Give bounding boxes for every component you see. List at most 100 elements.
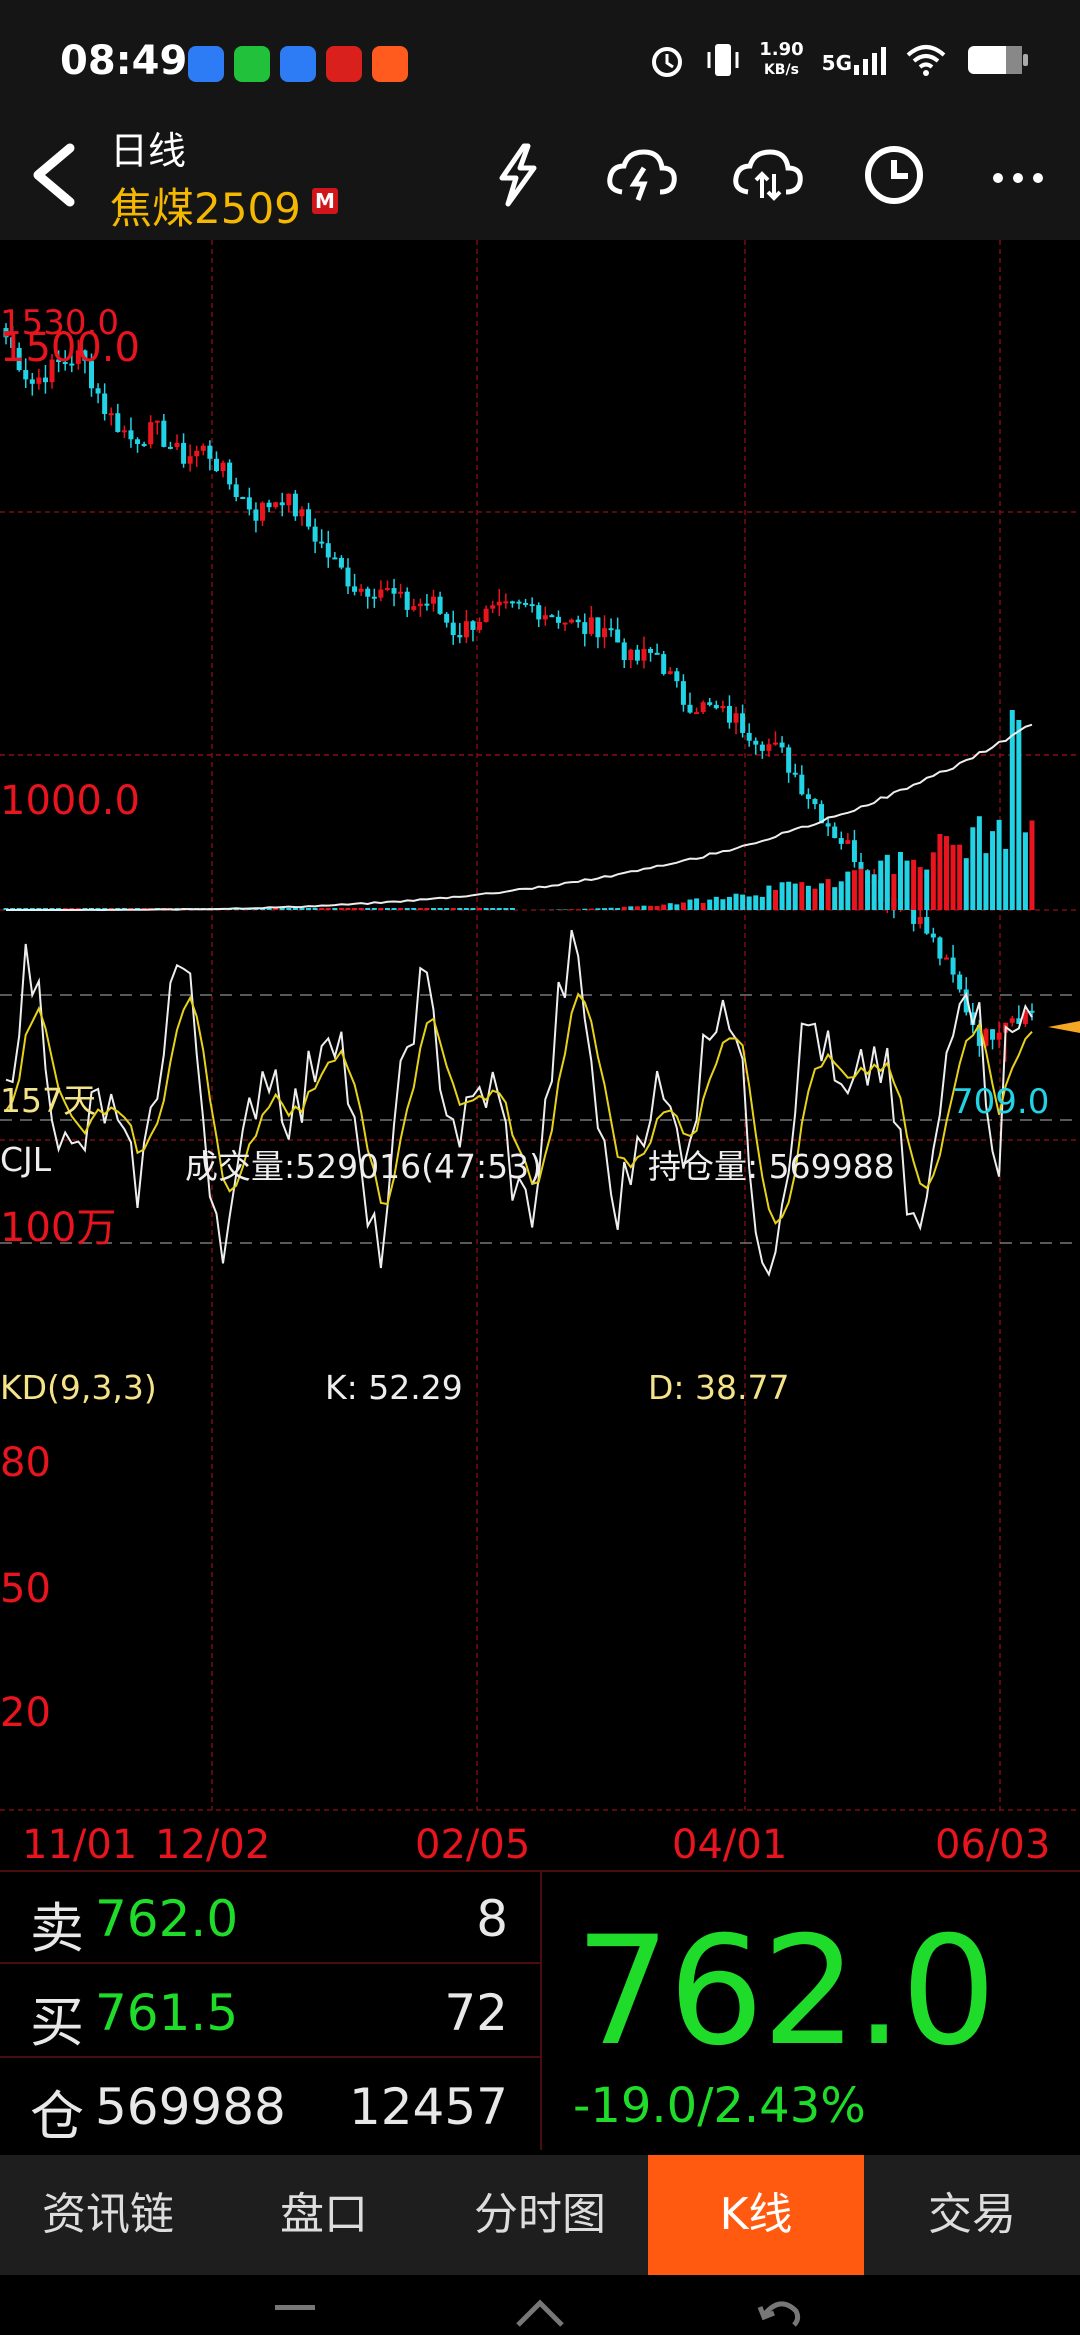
candle-body (36, 377, 42, 384)
sell-row[interactable]: 卖 762.0 8 (0, 1870, 540, 1964)
cloud-sync-icon[interactable] (728, 140, 808, 210)
low-price-label: 709.0 (952, 1082, 1050, 1122)
volume-bar (654, 906, 660, 910)
menu-nav-icon[interactable] (270, 2295, 320, 2325)
candle-body (851, 840, 857, 863)
home-nav-icon[interactable] (510, 2285, 570, 2335)
candle-body (233, 484, 239, 498)
candle-body (220, 462, 226, 471)
candle-body (562, 622, 568, 625)
candle-body (792, 772, 798, 775)
candle-body (608, 628, 614, 631)
volume-bar (759, 896, 765, 910)
candle-body (838, 838, 844, 844)
volume-bar (680, 902, 686, 910)
candle-body (753, 740, 759, 745)
volume-indicator-name[interactable]: CJL (0, 1140, 51, 1179)
candle-body (135, 439, 141, 444)
volume-bar (279, 908, 285, 910)
candle-body (680, 681, 686, 705)
volume-bar (924, 869, 930, 910)
contract-name[interactable]: 焦煤2509 (110, 175, 301, 236)
volume-bar (615, 908, 621, 910)
candle-body (687, 704, 693, 713)
candle-body (227, 462, 233, 485)
back-nav-icon[interactable] (750, 2285, 810, 2335)
volume-bar (911, 859, 917, 910)
chart-grid (0, 240, 1080, 1811)
buy-row[interactable]: 买 761.5 72 (0, 1964, 540, 2058)
price-pointer-icon (1048, 1021, 1080, 1033)
volume-bar (286, 908, 292, 910)
candle-body (845, 840, 851, 844)
volume-bar (963, 858, 969, 910)
back-arrow-icon[interactable] (28, 140, 78, 210)
app-notification-icon (280, 46, 316, 82)
candle-body (496, 601, 502, 606)
battery-icon (968, 46, 1028, 74)
volume-bar (378, 908, 384, 910)
candle-body (154, 420, 160, 423)
volume-bar (884, 854, 890, 910)
candle-body (404, 591, 410, 610)
candle-body (483, 608, 489, 622)
tab-kline[interactable]: K线 (648, 2155, 864, 2275)
volume-bar (490, 908, 496, 910)
volume-bar (470, 908, 476, 910)
tab-order-book[interactable]: 盘口 (216, 2155, 432, 2275)
volume-bar (720, 899, 726, 910)
sell-qty: 8 (476, 1890, 508, 1948)
volume-bar (970, 827, 976, 910)
volume-scale-label: 100万 (0, 1205, 117, 1251)
candle-body (536, 605, 542, 620)
candle-body (358, 588, 364, 592)
lightning-icon[interactable] (478, 140, 558, 210)
volume-bar (713, 896, 719, 910)
tab-news-chain[interactable]: 资讯链 (0, 2155, 216, 2275)
volume-bar (325, 908, 331, 910)
volume-bar (503, 908, 509, 910)
candle-body (384, 588, 390, 591)
candle-body (167, 446, 173, 449)
candle-body (615, 629, 621, 643)
volume-bar (812, 888, 818, 910)
candle-body (746, 732, 752, 741)
candle-body (937, 937, 943, 959)
volume-bar (648, 905, 654, 910)
candle-body (292, 493, 298, 517)
bottom-tab-bar: 资讯链 盘口 分时图 K线 交易 (0, 2155, 1080, 2275)
candle-body (930, 933, 936, 938)
candle-body (108, 413, 114, 416)
volume-bar (983, 853, 989, 910)
candle-body (812, 798, 818, 805)
contract-badge: M (312, 188, 338, 214)
candle-body (194, 450, 200, 457)
volume-bar (431, 908, 436, 910)
candle-body (352, 586, 358, 592)
candle-body (595, 617, 601, 638)
candle-body (634, 649, 640, 661)
volume-bar (865, 881, 871, 910)
candle-body (503, 601, 509, 604)
volume-bar (371, 908, 377, 910)
candle-body (161, 420, 167, 447)
cloud-flash-icon[interactable] (602, 140, 682, 210)
kline-chart[interactable] (0, 240, 1080, 1850)
volume-bar (437, 908, 443, 910)
volume-bar (332, 908, 338, 910)
more-icon[interactable] (980, 140, 1060, 210)
candle-body (917, 917, 923, 924)
kd-level-80: 80 (0, 1440, 51, 1486)
tab-trade[interactable]: 交易 (864, 2155, 1080, 2275)
app-notification-icon (188, 46, 224, 82)
volume-bar (398, 908, 404, 910)
clock-icon[interactable] (854, 140, 934, 210)
volume-bar (891, 874, 897, 910)
tab-intraday[interactable]: 分时图 (432, 2155, 648, 2275)
candle-body (477, 621, 483, 630)
candle-body (713, 704, 719, 709)
candle-body (338, 557, 344, 568)
candle-body (509, 601, 515, 604)
kd-indicator-name[interactable]: KD(9,3,3) (0, 1368, 157, 1407)
volume-bar (930, 852, 936, 910)
